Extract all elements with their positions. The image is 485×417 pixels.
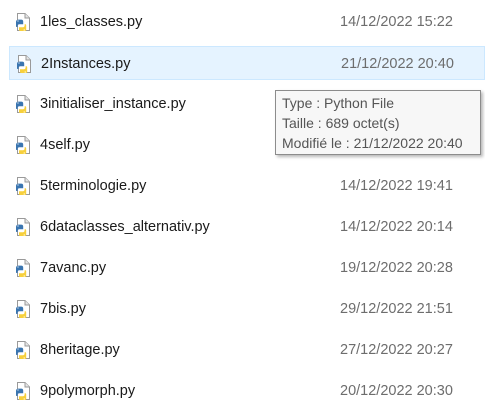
file-row-selected[interactable]: 2Instances.py 21/12/2022 20:40 [9, 46, 485, 80]
file-modified-date: 27/12/2022 20:27 [340, 342, 453, 358]
python-file-icon [15, 177, 32, 196]
file-name: 4self.py [40, 137, 90, 153]
file-name: 8heritage.py [40, 342, 120, 358]
file-info-tooltip: Type : Python File Taille : 689 octet(s)… [275, 90, 481, 155]
file-modified-date: 29/12/2022 21:51 [340, 301, 453, 317]
file-modified-date: 19/12/2022 20:28 [340, 260, 453, 276]
file-name: 7bis.py [40, 301, 86, 317]
file-row[interactable]: 7bis.py 29/12/2022 21:51 [9, 292, 485, 326]
tooltip-size: Taille : 689 octet(s) [282, 115, 400, 131]
python-file-icon [15, 136, 32, 155]
file-row[interactable]: 6dataclasses_alternativ.py 14/12/2022 20… [9, 210, 485, 244]
file-row[interactable]: 8heritage.py 27/12/2022 20:27 [9, 333, 485, 367]
file-modified-date: 20/12/2022 20:30 [340, 383, 453, 399]
python-file-icon [15, 13, 32, 32]
python-file-icon [15, 382, 32, 401]
file-name: 1les_classes.py [40, 14, 143, 30]
tooltip-type: Type : Python File [282, 95, 395, 111]
file-name: 2Instances.py [41, 56, 131, 72]
python-file-icon [15, 300, 32, 319]
python-file-icon [15, 259, 32, 278]
file-row[interactable]: 5terminologie.py 14/12/2022 19:41 [9, 169, 485, 203]
tooltip-modified: Modifié le : 21/12/2022 20:40 [282, 135, 463, 151]
python-file-icon [16, 55, 33, 74]
file-modified-date: 14/12/2022 19:41 [340, 178, 453, 194]
python-file-icon [15, 95, 32, 114]
file-modified-date: 14/12/2022 20:14 [340, 219, 453, 235]
file-row[interactable]: 1les_classes.py 14/12/2022 15:22 [9, 5, 485, 39]
file-name: 9polymorph.py [40, 383, 136, 399]
python-file-icon [15, 218, 32, 237]
file-name: 6dataclasses_alternativ.py [40, 219, 210, 235]
file-list: 1les_classes.py 14/12/2022 15:22 2Instan… [0, 0, 485, 417]
file-modified-date: 21/12/2022 20:40 [341, 56, 454, 72]
file-row[interactable]: 7avanc.py 19/12/2022 20:28 [9, 251, 485, 285]
file-name: 3initialiser_instance.py [40, 96, 186, 112]
file-modified-date: 14/12/2022 15:22 [340, 14, 453, 30]
python-file-icon [15, 341, 32, 360]
file-name: 5terminologie.py [40, 178, 147, 194]
file-row[interactable]: 9polymorph.py 20/12/2022 20:30 [9, 374, 485, 408]
file-name: 7avanc.py [40, 260, 107, 276]
